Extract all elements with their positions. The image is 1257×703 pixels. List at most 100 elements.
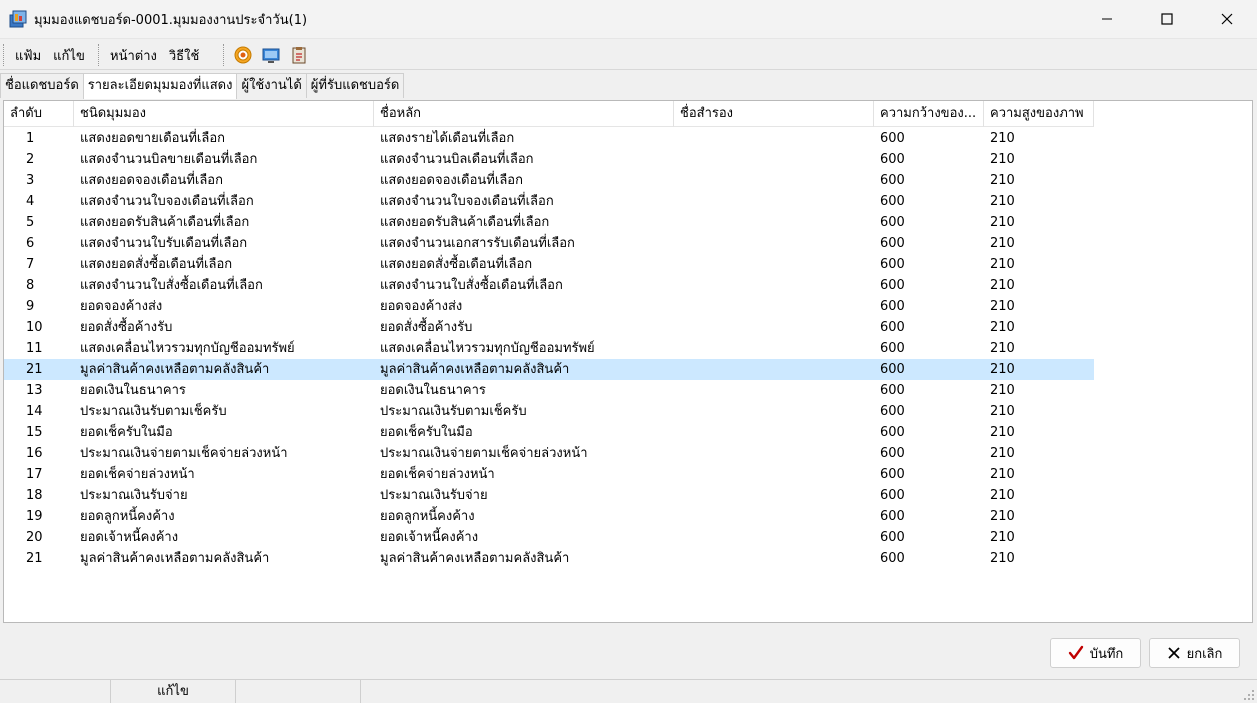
menu-window[interactable]: หน้าต่าง — [104, 45, 163, 66]
toolbar-grip[interactable] — [98, 44, 101, 66]
clipboard-button[interactable] — [285, 43, 313, 67]
status-mode: แก้ไข — [111, 680, 236, 703]
table-row[interactable]: 9 ยอดจองค้างส่ง ยอดจองค้างส่ง 600 210 — [4, 296, 1094, 317]
views-grid[interactable]: ลำดับ ชนิดมุมมอง ชื่อหลัก ชื่อสำรอง ความ… — [3, 100, 1253, 623]
row-alt-name-cell — [674, 506, 874, 527]
row-width-cell: 600 — [880, 215, 905, 230]
row-height-cell: 210 — [990, 215, 1015, 230]
row-height-cell: 210 — [990, 278, 1015, 293]
table-row[interactable]: 13 ยอดเงินในธนาคาร ยอดเงินในธนาคาร 600 210 — [4, 380, 1094, 401]
row-main-name-cell: แสดงยอดสั่งซื้อเดือนที่เลือก — [380, 257, 533, 272]
column-header-width[interactable]: ความกว้างของ... — [874, 101, 984, 127]
menu-bar: แฟ้ม แก้ไข หน้าต่าง วิธีใช้ — [0, 38, 1257, 70]
toolbar-icons — [229, 42, 313, 68]
row-main-name-cell: ยอดเช็คจ่ายล่วงหน้า — [380, 467, 495, 482]
close-button[interactable] — [1197, 0, 1257, 38]
row-main-name-cell: ยอดจองค้างส่ง — [380, 299, 463, 314]
resize-grip-icon[interactable] — [1243, 689, 1255, 701]
column-header-alt-name[interactable]: ชื่อสำรอง — [674, 101, 874, 127]
toolbar-grip[interactable] — [223, 44, 226, 66]
column-header-main-name[interactable]: ชื่อหลัก — [374, 101, 674, 127]
row-order-cell: 17 — [26, 467, 43, 482]
table-row[interactable]: 8 แสดงจำนวนใบสั่งซื้อเดือนที่เลือก แสดงจำน… — [4, 275, 1094, 296]
table-row[interactable]: 10 ยอดสั่งซื้อค้างรับ ยอดสั่งซื้อค้างรับ 60… — [4, 317, 1094, 338]
row-width-cell: 600 — [880, 383, 905, 398]
toolbar-grip[interactable] — [3, 44, 6, 66]
row-alt-name-cell — [674, 191, 874, 212]
monitor-icon — [262, 48, 280, 63]
tab-allowed-users[interactable]: ผู้ใช้งานได้ — [236, 73, 307, 98]
row-main-name-cell: แสดงยอดจองเดือนที่เลือก — [380, 173, 523, 188]
row-view-type-cell: ประมาณเงินจ่ายตามเช็คจ่ายล่วงหน้า — [80, 446, 288, 461]
row-width-cell: 600 — [880, 173, 905, 188]
maximize-button[interactable] — [1137, 0, 1197, 38]
row-height-cell: 210 — [990, 173, 1015, 188]
row-width-cell: 600 — [880, 467, 905, 482]
column-header-height[interactable]: ความสูงของภาพ — [984, 101, 1094, 127]
row-alt-name-cell — [674, 443, 874, 464]
table-row[interactable]: 2 แสดงจำนวนบิลขายเดือนที่เลือก แสดงจำนวนบิ… — [4, 149, 1094, 170]
row-main-name-cell: ยอดเจ้าหนี้คงค้าง — [380, 530, 479, 545]
row-height-cell: 210 — [990, 152, 1015, 167]
cancel-button[interactable]: ยกเลิก — [1149, 638, 1240, 668]
table-row[interactable]: 4 แสดงจำนวนใบจองเดือนที่เลือก แสดงจำนวนใบจ… — [4, 191, 1094, 212]
row-main-name-cell: ยอดลูกหนี้คงค้าง — [380, 509, 475, 524]
monitor-button[interactable] — [257, 43, 285, 67]
clipboard-icon — [292, 47, 306, 64]
table-row[interactable]: 7 แสดงยอดสั่งซื้อเดือนที่เลือก แสดงยอดสั่ง… — [4, 254, 1094, 275]
table-row[interactable]: 15 ยอดเช็ครับในมือ ยอดเช็ครับในมือ 600 210 — [4, 422, 1094, 443]
table-row[interactable]: 20 ยอดเจ้าหนี้คงค้าง ยอดเจ้าหนี้คงค้าง 600 2… — [4, 527, 1094, 548]
minimize-button[interactable] — [1077, 0, 1137, 38]
row-alt-name-cell — [674, 338, 874, 359]
row-order-cell: 6 — [26, 236, 35, 251]
tab-recipients[interactable]: ผู้ที่รับแดชบอร์ด — [305, 73, 405, 98]
target-icon — [234, 46, 252, 64]
row-height-cell: 210 — [990, 383, 1015, 398]
row-alt-name-cell — [674, 212, 874, 233]
row-order-cell: 2 — [26, 152, 35, 167]
table-row[interactable]: 16 ประมาณเงินจ่ายตามเช็คจ่ายล่วงหน้า ประมา… — [4, 443, 1094, 464]
table-row[interactable]: 14 ประมาณเงินรับตามเช็ครับ ประมาณเงินรับตา… — [4, 401, 1094, 422]
table-row[interactable]: 6 แสดงจำนวนใบรับเดือนที่เลือก แสดงจำนวนเอก… — [4, 233, 1094, 254]
column-header-order[interactable]: ลำดับ — [4, 101, 74, 127]
row-main-name-cell: ยอดสั่งซื้อค้างรับ — [380, 320, 473, 335]
table-row[interactable]: 5 แสดงยอดรับสินค้าเดือนที่เลือก แสดงยอดรับ… — [4, 212, 1094, 233]
row-width-cell: 600 — [880, 194, 905, 209]
row-alt-name-cell — [674, 485, 874, 506]
table-row[interactable]: 11 แสดงเคลื่อนไหวรวมทุกบัญชีออมทรัพย์ แสดง… — [4, 338, 1094, 359]
table-row[interactable]: 18 ประมาณเงินรับจ่าย ประมาณเงินรับจ่าย 600 2… — [4, 485, 1094, 506]
table-row[interactable]: 3 แสดงยอดจองเดือนที่เลือก แสดงยอดจองเดือนท… — [4, 170, 1094, 191]
table-row[interactable]: 21 มูลค่าสินค้าคงเหลือตามคลังสินค้า มูลค่า… — [4, 548, 1094, 569]
row-height-cell: 210 — [990, 257, 1015, 272]
tab-view-details[interactable]: รายละเอียดมุมมองที่แสดง — [82, 73, 238, 99]
row-height-cell: 210 — [990, 488, 1015, 503]
row-width-cell: 600 — [880, 257, 905, 272]
row-view-type-cell: ยอดเจ้าหนี้คงค้าง — [80, 530, 179, 545]
menu-edit[interactable]: แก้ไข — [47, 45, 91, 66]
row-view-type-cell: ยอดเช็คจ่ายล่วงหน้า — [80, 467, 195, 482]
table-row[interactable]: 17 ยอดเช็คจ่ายล่วงหน้า ยอดเช็คจ่ายล่วงหน้า… — [4, 464, 1094, 485]
save-button[interactable]: บันทึก — [1050, 638, 1141, 668]
column-header-view-type[interactable]: ชนิดมุมมอง — [74, 101, 374, 127]
row-view-type-cell: แสดงเคลื่อนไหวรวมทุกบัญชีออมทรัพย์ — [80, 341, 295, 356]
table-row[interactable]: 19 ยอดลูกหนี้คงค้าง ยอดลูกหนี้คงค้าง 600 210 — [4, 506, 1094, 527]
row-main-name-cell: ยอดเงินในธนาคาร — [380, 383, 486, 398]
tab-dashboard-name[interactable]: ชื่อแดชบอร์ด — [0, 73, 84, 98]
row-height-cell: 210 — [990, 509, 1015, 524]
window-title: มุมมองแดชบอร์ด-0001.มุมมองงานประจำวัน(1) — [34, 12, 308, 28]
save-button-label: บันทึก — [1089, 646, 1124, 662]
row-order-cell: 10 — [26, 320, 43, 335]
row-view-type-cell: แสดงจำนวนใบสั่งซื้อเดือนที่เลือก — [80, 278, 263, 293]
row-width-cell: 600 — [880, 404, 905, 419]
row-view-type-cell: ประมาณเงินรับตามเช็ครับ — [80, 404, 227, 419]
menu-help[interactable]: วิธีใช้ — [163, 45, 205, 66]
row-view-type-cell: ประมาณเงินรับจ่าย — [80, 488, 188, 503]
row-width-cell: 600 — [880, 551, 905, 566]
table-row[interactable]: 1 แสดงยอดขายเดือนที่เลือก แสดงรายได้เดือนท… — [4, 128, 1094, 149]
row-order-cell: 5 — [26, 215, 35, 230]
menu-file[interactable]: แฟ้ม — [9, 45, 47, 66]
row-width-cell: 600 — [880, 131, 905, 146]
target-button[interactable] — [229, 43, 257, 67]
table-row[interactable]: 21 มูลค่าสินค้าคงเหลือตามคลังสินค้า มูลค่า… — [4, 359, 1094, 380]
grid-header: ลำดับ ชนิดมุมมอง ชื่อหลัก ชื่อสำรอง ความ… — [4, 101, 1094, 127]
